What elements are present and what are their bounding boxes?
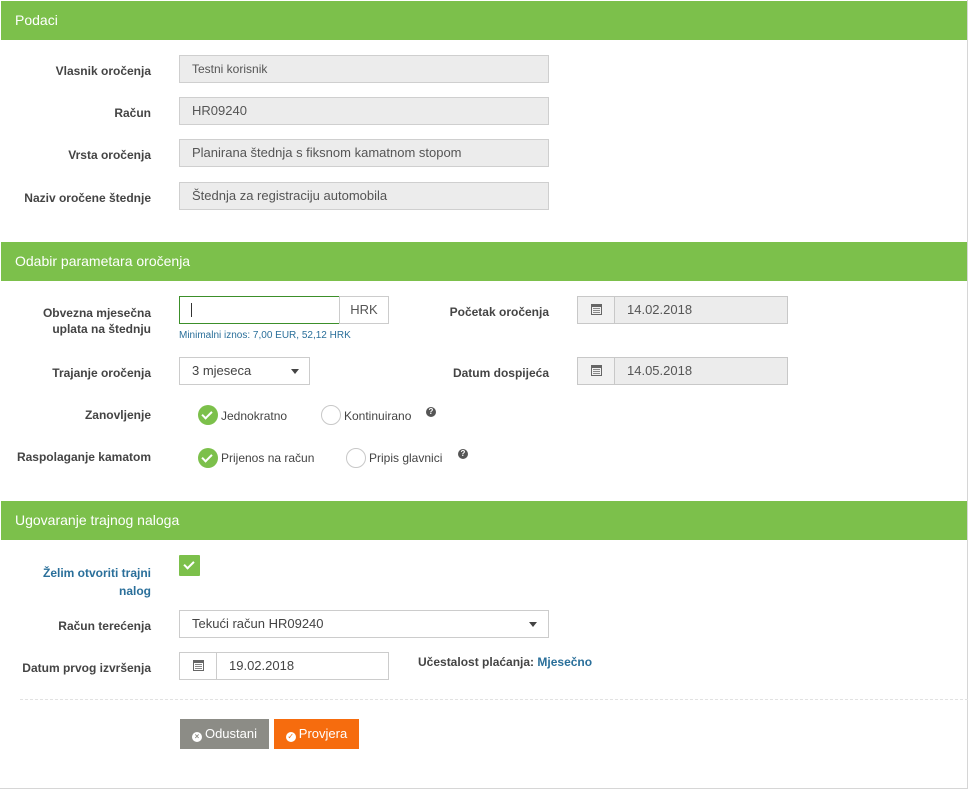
radio-prijenos-label[interactable]: Prijenos na račun [221,451,314,465]
radio-prijenos[interactable] [198,448,218,468]
ucestalost: Učestalost plaćanja: Mjesečno [418,655,592,669]
text-cursor [191,303,192,317]
trajni-nalog-checkbox[interactable] [179,555,200,576]
check-icon [183,558,195,570]
vlasnik-field: Testni korisnik [179,55,549,83]
currency-addon: HRK [339,296,389,324]
naziv-field: Štednja za registraciju automobila [179,182,549,210]
zelim-label-line1: Želim otvoriti trajni [42,566,151,580]
dospijece-label: Datum dospijeća [452,366,549,380]
radio-pripis-label[interactable]: Pripis glavnici [369,451,442,465]
calendar-button-dospijece[interactable] [577,357,615,385]
kamata-label: Raspolaganje kamatom [16,450,151,464]
radio-jednokratno-label[interactable]: Jednokratno [221,409,287,423]
question-circle-icon[interactable]: ? [426,407,436,417]
section-header-podaci: Podaci [1,1,967,40]
check-icon [201,451,213,463]
racun-label: Račun [114,106,151,120]
datum-izvrsenja-label: Datum prvog izvršenja [22,661,151,675]
submit-button[interactable]: ✓ Provjera [274,719,359,749]
racun-field: HR09240 [179,97,549,125]
zanovljenje-label: Zanovljenje [84,408,151,422]
calendar-icon [591,304,602,315]
calendar-icon [591,365,602,376]
calendar-button-izvrsenje[interactable] [179,652,217,680]
radio-pripis[interactable] [346,448,366,468]
uplata-label-line1: Obvezna mjesečna [42,306,151,320]
section-header-nalog: Ugovaranje trajnog naloga [1,501,967,540]
pocetak-date-field: 14.02.2018 [615,296,788,324]
terecenje-label: Račun terećenja [58,619,151,633]
terecenje-select[interactable]: Tekući račun HR09240 [179,610,549,638]
calendar-icon [193,660,204,671]
cancel-button-label: Odustani [204,726,258,741]
divider [20,699,968,700]
radio-kontinuirano-label[interactable]: Kontinuirano [344,409,411,423]
trajanje-label: Trajanje oročenja [52,366,151,380]
cancel-button[interactable]: × Odustani [180,719,269,749]
caret-down-icon [291,369,299,374]
radio-kontinuirano[interactable] [321,405,341,425]
times-circle-icon: × [191,732,202,742]
trajanje-select[interactable]: 3 mjeseca [179,357,310,385]
ucestalost-label: Učestalost plaćanja: [418,655,535,669]
dospijece-date-field: 14.05.2018 [615,357,788,385]
vrsta-label: Vrsta oročenja [68,148,151,162]
pocetak-label: Početak oročenja [449,305,549,319]
question-circle-icon[interactable]: ? [458,449,468,459]
calendar-button-pocetak[interactable] [577,296,615,324]
uplata-label: Obvezna mjesečna uplata na štednju [20,305,151,337]
min-amount-hint: Minimalni iznos: 7,00 EUR, 52,12 HRK [179,330,351,341]
caret-down-icon [529,622,537,627]
terecenje-selected-value: Tekući račun HR09240 [192,616,324,631]
radio-jednokratno[interactable] [198,405,218,425]
naziv-label: Naziv oročene štednje [24,191,151,205]
vrsta-field: Planirana štednja s fiksnom kamatnom sto… [179,139,549,167]
uplata-input[interactable] [179,296,340,324]
ucestalost-value: Mjesečno [537,655,593,669]
section-header-parametri: Odabir parametara oročenja [1,242,967,281]
trajanje-selected-value: 3 mjeseca [192,363,252,378]
datum-izvrsenja-field[interactable]: 19.02.2018 [217,652,389,680]
zelim-label[interactable]: Želim otvoriti trajni nalog [20,564,151,600]
check-circle-icon: ✓ [285,732,296,742]
vlasnik-label: Vlasnik oročenja [55,64,151,78]
check-icon [201,408,213,420]
zelim-label-line2: nalog [119,584,151,598]
submit-button-label: Provjera [298,726,348,741]
uplata-label-line2: uplata na štednju [52,322,151,336]
